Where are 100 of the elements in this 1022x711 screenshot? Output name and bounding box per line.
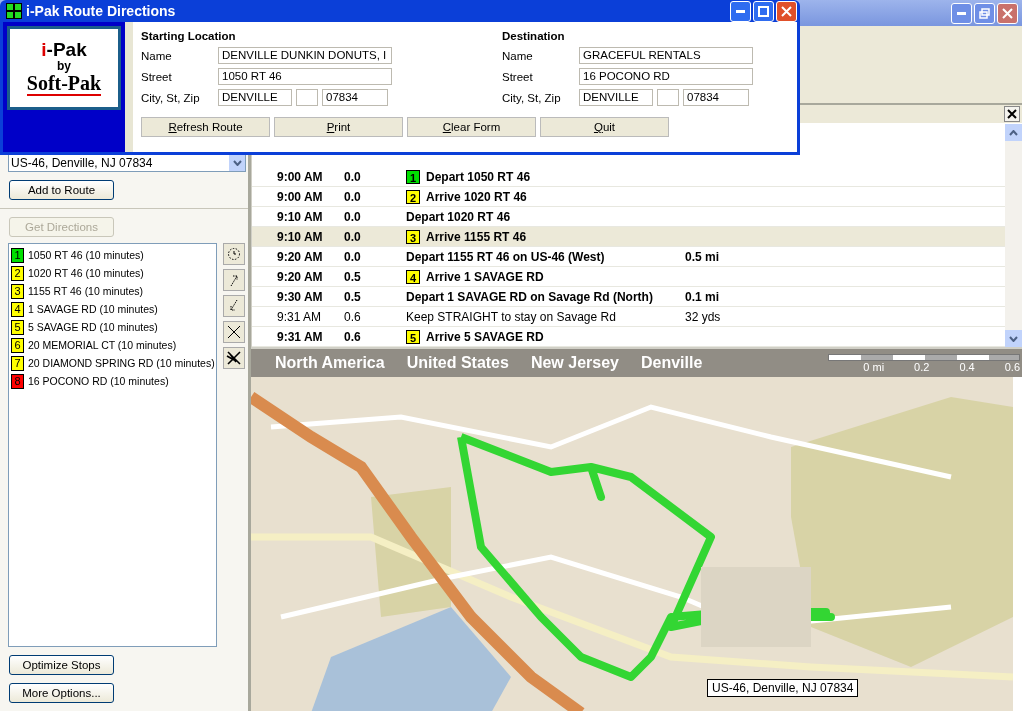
direction-row[interactable]: 9:31 AM 0.6 5 Arrive 5 SAVAGE RD <box>252 327 1005 347</box>
clock-icon <box>227 247 241 261</box>
scrollbar[interactable] <box>1005 124 1022 347</box>
move-up-button[interactable] <box>223 269 245 291</box>
stop-item[interactable]: 8 16 POCONO RD (10 minutes) <box>11 372 169 390</box>
direction-row[interactable]: 9:20 AM 0.0 Depart 1155 RT 46 on US-46 (West) 0.5 mi <box>252 247 1005 267</box>
restore-icon <box>979 7 990 19</box>
mileage-cell-text: 0.5 <box>344 269 362 284</box>
stop-item[interactable]: 4 1 SAVAGE RD (10 minutes) <box>11 300 158 318</box>
delete-icon <box>227 325 241 339</box>
time-cell-text: 9:00 AM <box>277 189 324 204</box>
option-button[interactable]: Optimize Stops <box>9 655 114 675</box>
minimize-icon <box>736 9 745 13</box>
app-icon <box>6 3 22 19</box>
stop-number: 3 <box>11 283 24 299</box>
delete-all-button[interactable] <box>223 347 245 369</box>
direction-row[interactable]: 9:10 AM 0.0 3 Arrive 1155 RT 46 <box>252 227 1005 247</box>
state-field[interactable] <box>657 89 679 106</box>
mileage-cell-text: 0.0 <box>344 229 362 244</box>
maximize-button[interactable] <box>753 0 774 22</box>
direction-row[interactable]: 9:00 AM 0.0 2 Arrive 1020 RT 46 <box>252 187 1005 207</box>
street-field[interactable]: 1050 RT 46 <box>218 68 392 85</box>
minimize-icon <box>957 11 966 15</box>
state-field[interactable] <box>296 89 318 106</box>
logo-by: by <box>57 60 71 73</box>
field-label: Street <box>141 70 173 83</box>
time-cell-text: 9:31 AM <box>277 309 323 324</box>
scroll-up-icon <box>1009 129 1018 136</box>
stop-number: 7 <box>11 355 24 371</box>
stop-number: 8 <box>11 373 24 389</box>
distance-cell-text: 32 yds <box>685 309 722 324</box>
direction-row[interactable]: 9:31 AM 0.6 Keep STRAIGHT to stay on Savage Rd 32 yds <box>252 307 1005 327</box>
section-heading: Destination <box>502 30 566 42</box>
direction-row[interactable]: 9:20 AM 0.5 4 Arrive 1 SAVAGE RD <box>252 267 1005 287</box>
instruction-cell: Keep STRAIGHT to stay on Savage Rd <box>406 309 616 324</box>
mileage-cell-text: 0.0 <box>344 169 362 184</box>
stop-item[interactable]: 5 5 SAVAGE RD (10 minutes) <box>11 318 158 336</box>
section-heading: Starting Location <box>141 30 237 42</box>
mileage-cell-text: 0.6 <box>344 309 362 324</box>
option-button[interactable]: More Options... <box>9 683 114 703</box>
form-button[interactable]: Quit <box>540 117 669 137</box>
scale-label: 0 mi <box>863 360 885 373</box>
restore-button[interactable] <box>974 2 995 24</box>
time-cell-text: 9:30 AM <box>277 289 324 304</box>
delete-button[interactable] <box>223 321 245 343</box>
stop-number: 5 <box>406 329 420 344</box>
instruction-cell: Arrive 1020 RT 46 <box>426 189 527 204</box>
instruction-cell: Depart 1155 RT 46 on US-46 (West) <box>406 249 605 264</box>
direction-row[interactable]: 9:00 AM 0.0 1 Depart 1050 RT 46 <box>252 167 1005 187</box>
mileage-cell-text: 0.0 <box>344 249 362 264</box>
field-label: Name <box>502 49 534 62</box>
time-cell-text: 9:20 AM <box>277 269 324 284</box>
map-tooltip: US-46, Denville, NJ 07834 <box>707 679 859 697</box>
city-field[interactable]: DENVILLE <box>218 89 292 106</box>
form-button[interactable]: Print <box>274 117 403 137</box>
zip-field[interactable]: 07834 <box>683 89 749 106</box>
stop-item[interactable]: 3 1155 RT 46 (10 minutes) <box>11 282 143 300</box>
close-icon <box>1002 7 1013 19</box>
close-icon <box>1007 109 1017 119</box>
close-button[interactable] <box>1004 106 1020 122</box>
stop-number: 1 <box>406 169 420 184</box>
stop-item[interactable]: 2 1020 RT 46 (10 minutes) <box>11 264 144 282</box>
time-cell-text: 9:20 AM <box>277 249 324 264</box>
logo-brand: i-Pak <box>41 40 87 61</box>
street-field[interactable]: 16 POCONO RD <box>579 68 753 85</box>
form-button[interactable]: Refresh Route <box>141 117 270 137</box>
field-label: City, St, Zip <box>502 91 562 104</box>
maximize-icon <box>758 5 769 17</box>
zip-field[interactable]: 07834 <box>322 89 388 106</box>
name-field[interactable]: GRACEFUL RENTALS <box>579 47 753 64</box>
instruction-cell: Arrive 1 SAVAGE RD <box>426 269 544 284</box>
scroll-down-icon <box>1009 335 1018 342</box>
scale-label: 0.2 <box>914 360 930 373</box>
window-title: i-Pak Route Directions <box>26 3 176 19</box>
stop-number: 1 <box>11 247 24 263</box>
scale-label: 0.6 <box>1004 360 1020 373</box>
name-field[interactable]: DENVILLE DUNKIN DONUTS, I <box>218 47 392 64</box>
stop-item[interactable]: 1 1050 RT 46 (10 minutes) <box>11 246 144 264</box>
stop-number: 2 <box>406 189 420 204</box>
mileage-cell-text: 0.0 <box>344 209 362 224</box>
stop-number: 4 <box>406 269 420 284</box>
stop-number: 5 <box>11 319 24 335</box>
delete-all-icon <box>226 351 242 365</box>
field-label: Name <box>141 49 173 62</box>
close-icon <box>781 5 792 17</box>
direction-row[interactable]: 9:30 AM 0.5 Depart 1 SAVAGE RD on Savage Rd (North) 0.1 mi <box>252 287 1005 307</box>
clock-button[interactable] <box>223 243 245 265</box>
time-cell-text: 9:31 AM <box>277 329 324 344</box>
stop-number: 6 <box>11 337 24 353</box>
distance-cell-text: 0.1 mi <box>685 289 721 304</box>
scale-label: 0.4 <box>959 360 975 373</box>
form-button[interactable]: Clear Form <box>407 117 536 137</box>
city-field[interactable]: DENVILLE <box>579 89 653 106</box>
field-label: Street <box>502 70 534 83</box>
stop-item[interactable]: 6 20 MEMORIAL CT (10 minutes) <box>11 336 177 354</box>
stop-number: 2 <box>11 265 24 281</box>
add-to-route-button[interactable]: Add to Route <box>9 180 114 200</box>
stop-item[interactable]: 7 20 DIAMOND SPRING RD (10 minutes) <box>11 354 215 372</box>
minimize-button[interactable] <box>730 0 751 22</box>
time-cell-text: 9:10 AM <box>277 209 324 224</box>
